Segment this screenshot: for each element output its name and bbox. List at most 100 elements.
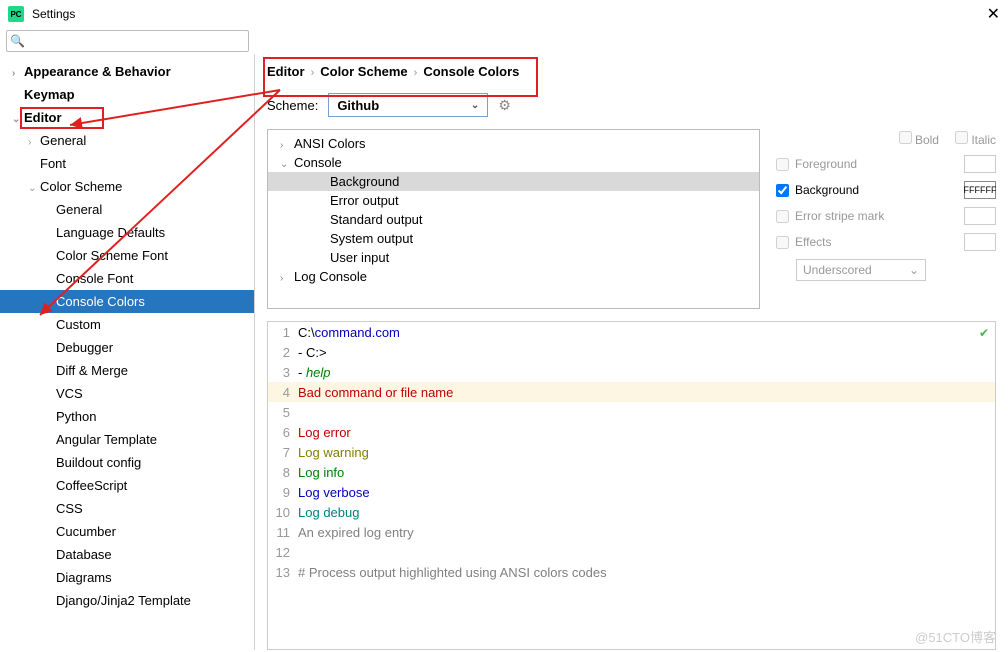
background-row[interactable]: Background FFFFFF <box>776 181 996 199</box>
tree-item[interactable]: Cucumber <box>0 520 254 543</box>
category-item[interactable]: Error output <box>268 191 759 210</box>
tree-item-label: Console Font <box>56 271 133 286</box>
close-icon[interactable]: ✕ <box>987 4 1000 24</box>
category-label: Console <box>294 155 342 170</box>
bold-check[interactable]: Bold <box>899 131 939 147</box>
tree-item[interactable]: Color Scheme Font <box>0 244 254 267</box>
preview-line[interactable]: 8Log info <box>268 462 995 482</box>
tree-item-label: Diagrams <box>56 570 112 585</box>
tree-item-label: Python <box>56 409 96 424</box>
foreground-row[interactable]: Foreground <box>776 155 996 173</box>
tree-item[interactable]: Font <box>0 152 254 175</box>
preview-line[interactable]: 7Log warning <box>268 442 995 462</box>
tree-item[interactable]: ⌄Editor <box>0 106 254 129</box>
line-number: 1 <box>268 325 298 340</box>
tree-item[interactable]: ›Appearance & Behavior <box>0 60 254 83</box>
tree-item-label: VCS <box>56 386 83 401</box>
arrow-icon: ⌄ <box>280 159 294 170</box>
line-number: 3 <box>268 365 298 380</box>
category-tree[interactable]: ›ANSI Colors⌄ConsoleBackgroundError outp… <box>267 129 760 309</box>
category-item[interactable]: Background <box>268 172 759 191</box>
tree-item[interactable]: CoffeeScript <box>0 474 254 497</box>
line-number: 9 <box>268 485 298 500</box>
preview-line[interactable]: 4Bad command or file name <box>268 382 995 402</box>
line-code: - C:> <box>298 345 995 360</box>
category-label: Background <box>330 174 399 189</box>
tree-item[interactable]: Angular Template <box>0 428 254 451</box>
tree-item[interactable]: Python <box>0 405 254 428</box>
preview-line[interactable]: 13# Process output highlighted using ANS… <box>268 562 995 582</box>
preview-line[interactable]: 5 <box>268 402 995 422</box>
tree-item-label: Color Scheme Font <box>56 248 168 263</box>
line-number: 7 <box>268 445 298 460</box>
main-panel: Editor›Color Scheme›Console Colors Schem… <box>255 54 1008 650</box>
gear-icon[interactable]: ⚙ <box>498 97 511 114</box>
line-number: 10 <box>268 505 298 520</box>
tree-item-label: Color Scheme <box>40 179 122 194</box>
category-item[interactable]: User input <box>268 248 759 267</box>
tree-item-label: Language Defaults <box>56 225 165 240</box>
tree-item-label: Buildout config <box>56 455 141 470</box>
tree-item[interactable]: Buildout config <box>0 451 254 474</box>
effects-swatch[interactable] <box>964 233 996 251</box>
effects-select[interactable]: Underscored⌄ <box>796 259 926 281</box>
line-number: 11 <box>268 525 298 540</box>
line-code: Log error <box>298 425 995 440</box>
line-code: C:\command.com <box>298 325 995 340</box>
tree-item[interactable]: ›General <box>0 129 254 152</box>
search-input[interactable] <box>6 30 249 52</box>
background-swatch[interactable]: FFFFFF <box>964 181 996 199</box>
preview-line[interactable]: 6Log error <box>268 422 995 442</box>
category-item[interactable]: ⌄Console <box>268 153 759 172</box>
preview-line[interactable]: 11An expired log entry <box>268 522 995 542</box>
tree-item[interactable]: Debugger <box>0 336 254 359</box>
category-item[interactable]: ›Log Console <box>268 267 759 286</box>
preview-line[interactable]: 2- C:> <box>268 342 995 362</box>
tree-item[interactable]: Diff & Merge <box>0 359 254 382</box>
line-code: An expired log entry <box>298 525 995 540</box>
category-label: ANSI Colors <box>294 136 366 151</box>
search-row: 🔍 <box>0 28 1008 54</box>
tree-item[interactable]: Database <box>0 543 254 566</box>
preview-pane[interactable]: ✔ 1C:\command.com2- C:>3- help4Bad comma… <box>267 321 996 650</box>
breadcrumb: Editor›Color Scheme›Console Colors <box>255 54 1008 87</box>
tree-item[interactable]: Console Font <box>0 267 254 290</box>
effects-row[interactable]: Effects <box>776 233 996 251</box>
tree-item[interactable]: Django/Jinja2 Template <box>0 589 254 612</box>
app-icon: PC <box>8 6 24 22</box>
category-item[interactable]: System output <box>268 229 759 248</box>
error-stripe-swatch[interactable] <box>964 207 996 225</box>
tree-item[interactable]: Language Defaults <box>0 221 254 244</box>
tree-item-label: Keymap <box>24 87 75 102</box>
line-code: - help <box>298 365 995 380</box>
line-code: Log warning <box>298 445 995 460</box>
foreground-swatch[interactable] <box>964 155 996 173</box>
category-item[interactable]: Standard output <box>268 210 759 229</box>
scheme-select[interactable]: Github ⌄ <box>328 93 488 117</box>
tree-item[interactable]: CSS <box>0 497 254 520</box>
tree-item[interactable]: Diagrams <box>0 566 254 589</box>
tree-item[interactable]: Custom <box>0 313 254 336</box>
preview-line[interactable]: 10Log debug <box>268 502 995 522</box>
category-item[interactable]: ›ANSI Colors <box>268 134 759 153</box>
tree-item[interactable]: Keymap <box>0 83 254 106</box>
tree-item-label: Console Colors <box>56 294 145 309</box>
error-stripe-row[interactable]: Error stripe mark <box>776 207 996 225</box>
preview-line[interactable]: 9Log verbose <box>268 482 995 502</box>
tree-item-label: Cucumber <box>56 524 116 539</box>
italic-check[interactable]: Italic <box>955 131 996 147</box>
preview-line[interactable]: 12 <box>268 542 995 562</box>
tree-item[interactable]: Console Colors <box>0 290 254 313</box>
settings-tree[interactable]: ›Appearance & Behavior Keymap ⌄Editor›Gene… <box>0 54 255 650</box>
tree-item[interactable]: General <box>0 198 254 221</box>
tree-item-label: Editor <box>24 110 62 125</box>
tree-item-label: Custom <box>56 317 101 332</box>
preview-line[interactable]: 1C:\command.com <box>268 322 995 342</box>
chevron-down-icon: ⌄ <box>471 100 479 111</box>
tree-item[interactable]: ⌄Color Scheme <box>0 175 254 198</box>
line-code: Log debug <box>298 505 995 520</box>
tree-item-label: Debugger <box>56 340 113 355</box>
preview-line[interactable]: 3- help <box>268 362 995 382</box>
tree-item[interactable]: VCS <box>0 382 254 405</box>
line-number: 2 <box>268 345 298 360</box>
